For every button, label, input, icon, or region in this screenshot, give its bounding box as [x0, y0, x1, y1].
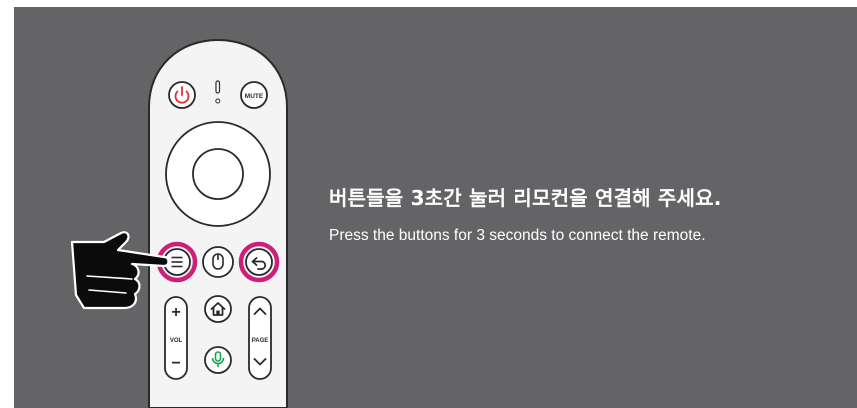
power-button[interactable] [168, 81, 196, 109]
back-button[interactable] [245, 248, 273, 276]
volume-down-icon[interactable]: − [171, 355, 180, 372]
page-rocker[interactable]: PAGE [248, 296, 272, 380]
ok-button[interactable] [192, 148, 244, 200]
page-label: PAGE [252, 338, 269, 344]
home-button[interactable] [204, 295, 232, 323]
volume-rocker[interactable]: + VOL − [164, 296, 188, 380]
pairing-screen: MUTE + VOL − PAGE 버튼들을 3초간 눌러 리모컨을 연결해 주… [14, 7, 857, 408]
page-title: 버튼들을 3초간 눌러 리모컨을 연결해 주세요. [329, 186, 722, 210]
volume-up-icon[interactable]: + [171, 304, 180, 321]
mic-button[interactable] [204, 346, 232, 374]
mute-button[interactable]: MUTE [240, 81, 268, 109]
indicator-icon [215, 80, 221, 104]
navigation-wheel[interactable] [165, 121, 271, 227]
mouse-button[interactable] [202, 246, 234, 278]
mute-label: MUTE [245, 93, 264, 100]
volume-label: VOL [170, 338, 183, 344]
instruction-text: Press the buttons for 3 seconds to conne… [329, 227, 706, 244]
